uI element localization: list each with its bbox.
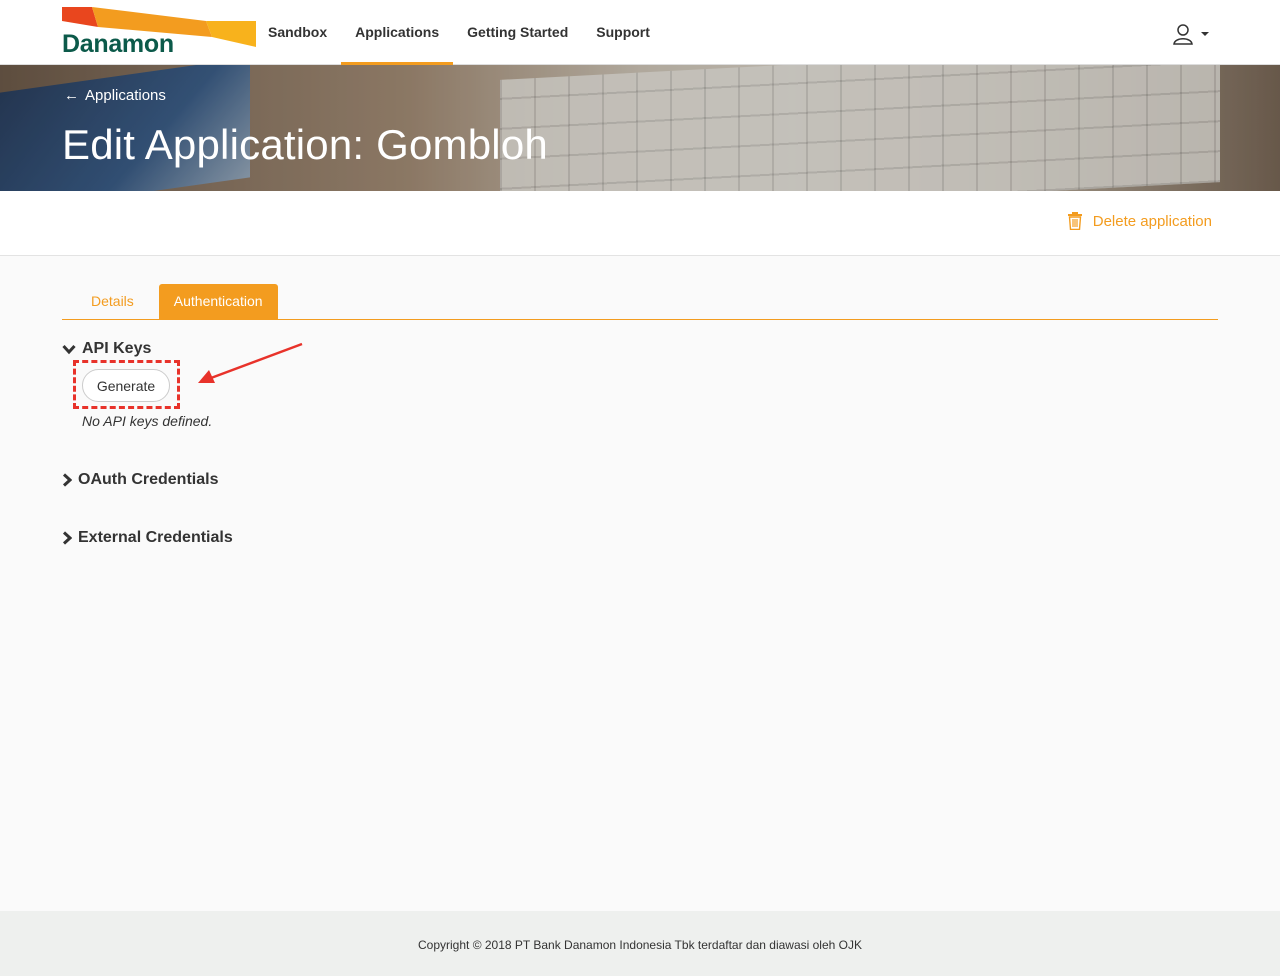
- chevron-right-icon: [62, 473, 72, 487]
- section-oauth-title: OAuth Credentials: [78, 471, 219, 488]
- breadcrumb-applications[interactable]: ← Applications: [64, 87, 166, 104]
- user-menu[interactable]: [1172, 22, 1214, 46]
- main-nav: Sandbox Applications Getting Started Sup…: [268, 0, 664, 66]
- breadcrumb-label: Applications: [85, 87, 166, 104]
- section-api-keys-title: API Keys: [82, 340, 152, 357]
- chevron-right-icon: [62, 531, 72, 545]
- tab-authentication[interactable]: Authentication: [158, 284, 278, 319]
- user-icon: [1173, 24, 1193, 45]
- delete-application-link[interactable]: Delete application: [1067, 212, 1212, 230]
- trash-icon: [1067, 212, 1082, 230]
- tab-bar: Details Authentication: [62, 284, 1218, 320]
- hero-banner: ← Applications Edit Application: Gombloh: [0, 65, 1280, 191]
- annotation-arrow: [198, 342, 303, 383]
- top-navbar: Danamon Sandbox Applications Getting Sta…: [0, 0, 1280, 66]
- generate-button[interactable]: Generate: [82, 369, 170, 402]
- chevron-down-icon: [62, 344, 76, 355]
- caret-down-icon: [1201, 32, 1209, 36]
- section-external-toggle[interactable]: External Credentials: [62, 529, 233, 547]
- nav-applications[interactable]: Applications: [341, 0, 454, 66]
- footer-copyright: Copyright © 2018 PT Bank Danamon Indones…: [418, 938, 862, 952]
- section-oauth-toggle[interactable]: OAuth Credentials: [62, 471, 218, 489]
- danamon-logo[interactable]: Danamon: [62, 7, 256, 58]
- no-api-keys-text: No API keys defined.: [82, 413, 213, 429]
- arrow-left-icon: ←: [64, 87, 79, 104]
- tab-details[interactable]: Details: [76, 284, 149, 319]
- section-external-title: External Credentials: [78, 529, 233, 546]
- logo-text: Danamon: [62, 30, 174, 58]
- footer: Copyright © 2018 PT Bank Danamon Indones…: [0, 911, 1280, 976]
- page-title: Edit Application: Gombloh: [62, 121, 548, 168]
- action-bar: Delete application: [0, 191, 1280, 256]
- nav-support[interactable]: Support: [582, 0, 664, 65]
- nav-sandbox[interactable]: Sandbox: [268, 0, 341, 65]
- section-api-keys-toggle[interactable]: API Keys: [62, 340, 151, 358]
- delete-application-label: Delete application: [1092, 212, 1212, 230]
- nav-getting-started[interactable]: Getting Started: [453, 0, 582, 65]
